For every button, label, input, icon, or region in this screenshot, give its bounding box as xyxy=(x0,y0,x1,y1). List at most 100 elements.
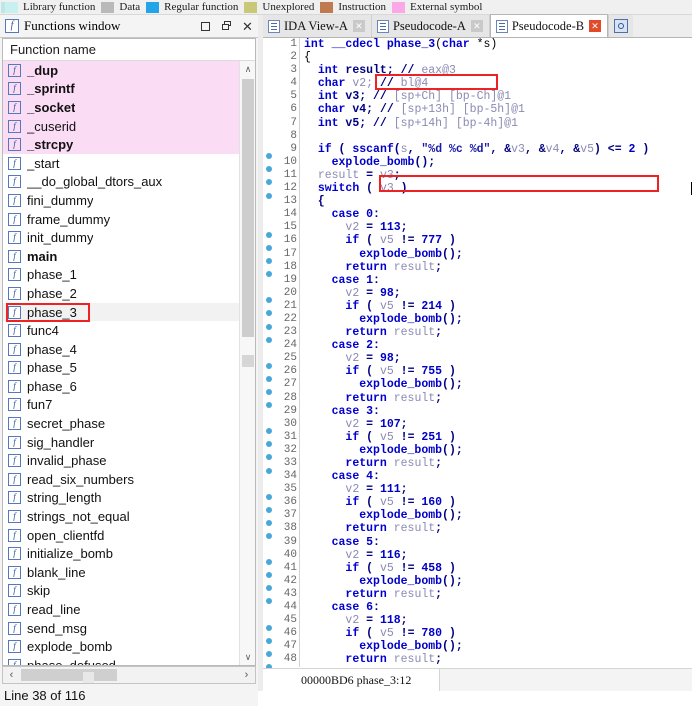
code-line[interactable]: 19 case 1: xyxy=(263,273,692,287)
code-line[interactable]: 32 explode_bomb(); xyxy=(263,443,692,461)
code-text[interactable]: int __cdecl phase_3(char *s) xyxy=(300,38,692,51)
code-text[interactable]: { xyxy=(300,195,692,208)
code-line[interactable]: 29 case 3: xyxy=(263,404,692,418)
close-button[interactable]: ✕ xyxy=(237,16,258,37)
code-line[interactable]: 26 if ( v5 != 755 ) xyxy=(263,365,692,382)
restore-button[interactable] xyxy=(216,16,237,37)
code-lines[interactable]: 1 int __cdecl phase_3(char *s) 2{3 int res… xyxy=(263,38,692,668)
code-text[interactable]: return result; xyxy=(300,522,692,535)
code-text[interactable]: explode_bomb(); xyxy=(300,248,692,261)
vertical-scroll-grip[interactable] xyxy=(242,355,254,367)
code-text[interactable]: case 3: xyxy=(300,405,692,418)
code-line[interactable]: 14 case 0: xyxy=(263,208,692,222)
function-list-item[interactable]: f explode_bomb xyxy=(3,637,241,656)
maximize-button[interactable] xyxy=(195,16,216,37)
code-line[interactable]: 35 v2 = 111; xyxy=(263,483,692,500)
function-list-item[interactable]: f _socket xyxy=(3,98,241,117)
code-line[interactable]: 25 v2 = 98; xyxy=(263,352,692,369)
function-list-item[interactable]: f secret_phase xyxy=(3,414,241,433)
functions-list[interactable]: f _dup f _sprintf f _socket f _cuserid f _strcpy f… xyxy=(3,61,241,665)
code-line[interactable]: 38 return result; xyxy=(263,522,692,540)
code-line[interactable]: 31 if ( v5 != 251 ) xyxy=(263,430,692,448)
code-text[interactable]: if ( v5 != 458 ) xyxy=(300,562,692,575)
code-line[interactable]: 30 v2 = 107; xyxy=(263,417,692,435)
code-text[interactable]: v2 = 113; xyxy=(300,221,692,234)
code-line[interactable]: 36 if ( v5 != 160 ) xyxy=(263,496,692,513)
tab-overflow-button[interactable] xyxy=(608,15,634,37)
function-list-item[interactable]: f strings_not_equal xyxy=(3,507,241,526)
code-text[interactable]: explode_bomb(); xyxy=(300,444,692,457)
function-list-item[interactable]: f phase_defused xyxy=(3,656,241,665)
code-text[interactable]: case 5: xyxy=(300,536,692,549)
tab-close-icon[interactable]: ✕ xyxy=(352,20,365,32)
function-list-item[interactable]: f initialize_bomb xyxy=(3,544,241,563)
code-text[interactable]: explode_bomb(); xyxy=(300,313,692,326)
vertical-scroll-thumb[interactable] xyxy=(242,79,254,337)
function-name-column-header[interactable]: Function name xyxy=(3,39,255,61)
code-text[interactable]: { xyxy=(300,51,692,64)
code-line[interactable]: 5 int v3; // [sp+Ch] [bp-Ch]@1 xyxy=(263,90,692,104)
code-line[interactable]: 15 v2 = 113; xyxy=(263,221,692,238)
code-text[interactable]: switch ( v3 ) xyxy=(300,182,692,196)
code-text[interactable]: result = v3; xyxy=(300,169,692,182)
horizontal-scroll-thumb[interactable] xyxy=(21,669,117,683)
function-list-item[interactable]: f fini_dummy xyxy=(3,191,241,210)
function-list-item[interactable]: f phase_1 xyxy=(3,266,241,285)
function-list-item[interactable]: f read_six_numbers xyxy=(3,470,241,489)
code-line[interactable]: 42 explode_bomb(); xyxy=(263,574,692,592)
scroll-down-icon[interactable]: ∨ xyxy=(240,649,255,665)
code-line[interactable]: 10 explode_bomb(); xyxy=(263,155,692,173)
code-line[interactable]: 40 v2 = 116; xyxy=(263,548,692,566)
code-text[interactable]: return result; xyxy=(300,653,692,666)
code-line[interactable]: 28 return result; xyxy=(263,391,692,409)
scroll-right-icon[interactable]: › xyxy=(238,667,255,683)
code-line[interactable]: 2{ xyxy=(263,51,692,65)
code-text[interactable]: if ( v5 != 160 ) xyxy=(300,496,692,509)
code-line[interactable]: 43 return result; xyxy=(263,587,692,605)
code-text[interactable]: explode_bomb(); xyxy=(300,640,692,653)
code-line[interactable]: 7 int v5; // [sp+14h] [bp-4h]@1 xyxy=(263,116,692,130)
code-line[interactable]: 3 int result; // eax@3 xyxy=(263,64,692,78)
code-line[interactable]: 9 if ( sscanf(s, "%d %c %d", &v3, &v4, &… xyxy=(263,142,692,160)
code-text[interactable]: int v5; // [sp+14h] [bp-4h]@1 xyxy=(300,117,692,130)
code-line[interactable]: 33 return result; xyxy=(263,457,692,474)
function-list-item[interactable]: f func4 xyxy=(3,321,241,340)
function-list-item[interactable]: f __do_global_dtors_aux xyxy=(3,173,241,192)
code-text[interactable]: if ( v5 != 780 ) xyxy=(300,627,692,640)
code-line[interactable]: 11 result = v3; xyxy=(263,168,692,186)
code-text[interactable]: case 6: xyxy=(300,601,692,614)
code-text[interactable]: case 2: xyxy=(300,339,692,352)
code-text[interactable]: return result; xyxy=(300,457,692,470)
code-text[interactable]: return result; xyxy=(300,392,692,405)
code-line[interactable]: 13 { xyxy=(263,195,692,209)
code-text[interactable]: if ( v5 != 755 ) xyxy=(300,365,692,378)
functions-list-horizontal-scrollbar[interactable]: ‹ › xyxy=(2,666,256,684)
function-list-item[interactable]: f phase_4 xyxy=(3,340,241,359)
code-line[interactable]: 34 case 4: xyxy=(263,470,692,484)
function-list-item[interactable]: f string_length xyxy=(3,489,241,508)
function-list-item[interactable]: f open_clientfd xyxy=(3,526,241,545)
function-list-item[interactable]: f _strcpy xyxy=(3,135,241,154)
function-list-item[interactable]: f phase_2 xyxy=(3,284,241,303)
code-text[interactable]: return result; xyxy=(300,326,692,339)
code-line[interactable]: 41 if ( v5 != 458 ) xyxy=(263,561,692,579)
function-list-item[interactable]: f frame_dummy xyxy=(3,210,241,229)
code-line[interactable]: 20 v2 = 98; xyxy=(263,286,692,304)
code-text[interactable]: char v2; // bl@4 xyxy=(300,77,692,90)
scroll-left-icon[interactable]: ‹ xyxy=(3,667,20,683)
code-line[interactable]: 22 explode_bomb(); xyxy=(263,312,692,330)
code-line[interactable]: 24 case 2: xyxy=(263,339,692,353)
code-line[interactable]: 46 if ( v5 != 780 ) xyxy=(263,627,692,644)
code-text[interactable]: if ( v5 != 214 ) xyxy=(300,300,692,313)
code-line[interactable]: 21 if ( v5 != 214 ) xyxy=(263,299,692,317)
code-text[interactable]: return result; xyxy=(300,261,692,274)
tab-close-icon[interactable]: ✕ xyxy=(589,20,602,32)
code-line[interactable]: 6 char v4; // [sp+13h] [bp-5h]@1 xyxy=(263,103,692,117)
function-list-item[interactable]: f send_msg xyxy=(3,619,241,638)
code-line[interactable]: 44 case 6: xyxy=(263,601,692,615)
tab-close-icon[interactable]: ✕ xyxy=(470,20,483,32)
code-text[interactable]: v2 = 111; xyxy=(300,483,692,496)
code-text[interactable]: explode_bomb(); xyxy=(300,378,692,391)
code-text[interactable]: char v4; // [sp+13h] [bp-5h]@1 xyxy=(300,103,692,116)
code-text[interactable]: case 0: xyxy=(300,208,692,221)
